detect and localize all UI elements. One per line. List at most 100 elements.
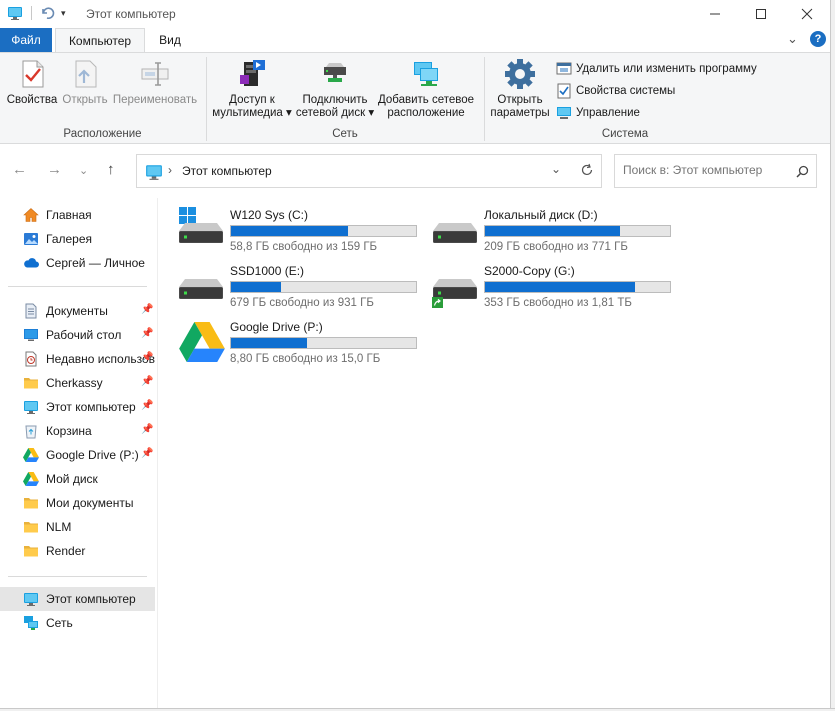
drive-tile-c[interactable]: W120 Sys (C:) 58,8 ГБ свободно из 159 ГБ — [178, 205, 423, 255]
sidebar-item-render[interactable]: Render — [0, 539, 155, 563]
address-bar[interactable]: › Этот компьютер ⌄ — [136, 154, 602, 188]
properties-checkmark-icon — [22, 60, 44, 88]
sidebar-item-label: Корзина — [46, 424, 92, 438]
drive-usage-bar — [484, 281, 671, 293]
collapse-ribbon-chevron-icon[interactable]: ⌄ — [787, 31, 798, 47]
sidebar-item-cherkassy[interactable]: Cherkassy 📌 — [0, 371, 155, 395]
sidebar-item-gallery[interactable]: Галерея — [0, 227, 155, 251]
this-pc-icon — [7, 5, 23, 21]
sidebar-divider — [8, 286, 147, 287]
map-drive-button[interactable]: Подключить сетевой диск ▾ — [295, 57, 375, 120]
drive-usage-bar — [230, 281, 417, 293]
sidebar-item-label: Недавно использованные — [46, 352, 155, 366]
address-dropdown-icon[interactable]: ⌄ — [551, 162, 561, 176]
refresh-icon[interactable] — [580, 163, 594, 177]
sidebar-item-desktop[interactable]: Рабочий стол 📌 — [0, 323, 155, 347]
breadcrumb-path[interactable]: Этот компьютер — [182, 164, 272, 178]
tab-view[interactable]: Вид — [145, 28, 195, 52]
pin-icon[interactable]: 📌 — [141, 328, 153, 339]
sidebar-item-nlm[interactable]: NLM — [0, 515, 155, 539]
sidebar-item-this-pc[interactable]: Этот компьютер — [0, 587, 155, 611]
drive-usage-fill — [485, 226, 621, 236]
drive-usage-fill — [485, 282, 635, 292]
undo-icon[interactable] — [39, 5, 55, 21]
open-icon — [75, 60, 97, 88]
tab-file[interactable]: Файл — [0, 28, 52, 52]
this-pc-icon — [23, 399, 39, 415]
google-drive-icon — [23, 447, 39, 463]
sidebar-item-my-drive[interactable]: Мой диск — [0, 467, 155, 491]
open-button[interactable]: Открыть — [60, 57, 110, 107]
sidebar-item-recent[interactable]: Недавно использованные 📌 — [0, 347, 155, 371]
sidebar-item-documents[interactable]: Документы 📌 — [0, 299, 155, 323]
drive-free-space: 353 ГБ свободно из 1,81 ТБ — [484, 297, 632, 309]
recent-locations-chevron-icon[interactable]: ⌄ — [79, 164, 88, 177]
pin-icon[interactable]: 📌 — [141, 352, 153, 363]
map-network-drive-icon — [324, 63, 346, 82]
system-properties-label: Свойства системы — [576, 85, 676, 97]
open-settings-button[interactable]: Открыть параметры — [488, 57, 552, 120]
media-access-dropdown-icon: ▾ — [282, 107, 292, 119]
maximize-icon — [756, 9, 766, 19]
pin-icon[interactable]: 📌 — [141, 400, 153, 411]
close-icon — [801, 8, 813, 20]
background-window-edge — [830, 0, 835, 711]
maximize-button[interactable] — [738, 0, 784, 28]
pin-icon[interactable]: 📌 — [141, 424, 153, 435]
search-box[interactable] — [614, 154, 817, 188]
close-button[interactable] — [784, 0, 830, 28]
forward-arrow-icon[interactable]: → — [47, 161, 62, 178]
sidebar-item-my-documents[interactable]: Мои документы — [0, 491, 155, 515]
ribbon-tabs: Файл Компьютер Вид ⌄ ? — [0, 28, 830, 53]
drive-tile-p[interactable]: Google Drive (P:) 8,80 ГБ свободно из 15… — [178, 317, 423, 367]
documents-icon — [25, 303, 37, 319]
quick-access-dropdown-icon[interactable]: ▾ — [61, 8, 66, 19]
system-properties-icon — [557, 83, 571, 99]
media-access-button[interactable]: Доступ к мультимедиа ▾ — [210, 57, 294, 120]
drive-tile-g[interactable]: S2000-Copy (G:) 353 ГБ свободно из 1,81 … — [432, 261, 677, 311]
drive-usage-fill — [231, 338, 307, 348]
title-bar: ▾ Этот компьютер — [0, 0, 830, 28]
media-access-label-2: мультимедиа — [212, 107, 283, 119]
add-network-location-label-2: расположение — [387, 107, 465, 119]
properties-label: Свойства — [6, 94, 58, 106]
folder-icon — [23, 543, 39, 559]
recent-icon — [25, 351, 37, 367]
sidebar-item-recycle-bin[interactable]: Корзина 📌 — [0, 419, 155, 443]
uninstall-program-icon — [556, 62, 572, 75]
title-separator — [31, 6, 32, 20]
sidebar-item-label: Мои документы — [46, 496, 134, 510]
search-input[interactable] — [623, 163, 793, 177]
this-pc-icon — [23, 591, 39, 607]
rename-button[interactable]: Переименовать — [111, 57, 199, 107]
drive-usage-bar — [230, 337, 417, 349]
sidebar-item-google-drive[interactable]: Google Drive (P:) 📌 — [0, 443, 155, 467]
map-drive-label-2: сетевой диск — [295, 107, 366, 119]
sidebar-item-home[interactable]: Главная — [0, 203, 155, 227]
drive-tile-e[interactable]: SSD1000 (E:) 679 ГБ свободно из 931 ГБ — [178, 261, 423, 311]
uninstall-program-button[interactable]: Удалить или изменить программу — [556, 61, 757, 77]
group-label-location: Расположение — [63, 128, 142, 140]
tab-computer[interactable]: Компьютер — [55, 28, 145, 53]
pin-icon[interactable]: 📌 — [141, 376, 153, 387]
drive-tile-d[interactable]: Локальный диск (D:) 209 ГБ свободно из 7… — [432, 205, 677, 255]
pin-icon[interactable]: 📌 — [141, 448, 153, 459]
back-arrow-icon[interactable]: ← — [12, 161, 27, 178]
sidebar-item-this-pc-pinned[interactable]: Этот компьютер 📌 — [0, 395, 155, 419]
up-arrow-icon[interactable]: ↑ — [107, 161, 115, 178]
open-settings-label-1: Открыть — [497, 94, 543, 106]
computer-management-button[interactable]: Управление — [556, 105, 640, 121]
sidebar-item-onedrive[interactable]: Сергей — Личное — [0, 251, 155, 275]
properties-button[interactable]: Свойства — [5, 57, 59, 107]
minimize-button[interactable] — [692, 0, 738, 28]
search-icon — [796, 165, 809, 178]
drive-name: Google Drive (P:) — [230, 320, 323, 334]
help-icon[interactable]: ? — [810, 31, 826, 47]
open-settings-label-2: параметры — [490, 107, 550, 119]
sidebar-item-network[interactable]: Сеть — [0, 611, 155, 635]
google-drive-icon — [23, 471, 39, 487]
add-network-location-button[interactable]: Добавить сетевое расположение — [376, 57, 476, 120]
pin-icon[interactable]: 📌 — [141, 304, 153, 315]
system-properties-button[interactable]: Свойства системы — [556, 83, 675, 99]
hard-drive-icon — [433, 223, 477, 243]
